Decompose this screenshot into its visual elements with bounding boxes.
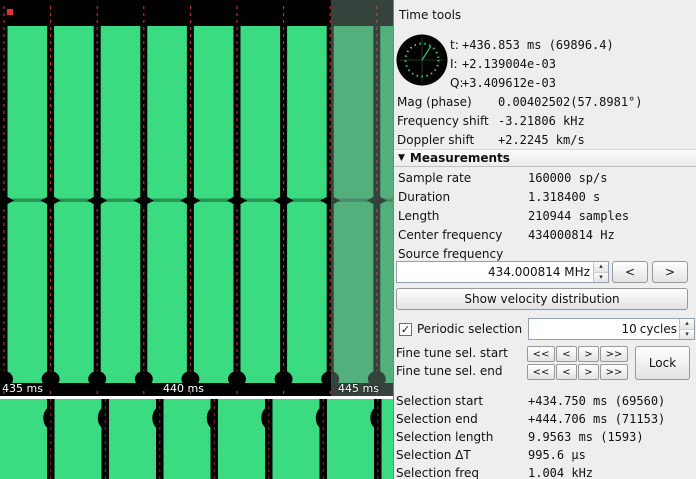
mag-phase-label: Mag (phase) <box>397 93 472 111</box>
show-velocity-distribution-button[interactable]: Show velocity distribution <box>396 288 688 310</box>
sel-end-forward-button[interactable]: > <box>578 364 599 380</box>
frequency-shift-value: -3.21806 kHz <box>498 112 585 130</box>
selection-length-value: 9.9563 ms (1593) <box>528 428 644 446</box>
frequency-step-up-button[interactable]: > <box>652 261 688 283</box>
selection-freq-label: Selection freq <box>396 464 479 479</box>
cycles-spinbox-value: 10 <box>529 322 640 336</box>
cursor-i-value: +2.139004e-03 <box>462 55 556 73</box>
waveform-pane: 435 ms 440 ms 445 ms <box>0 0 393 479</box>
selection-end-value: +444.706 ms (71153) <box>528 410 665 428</box>
sel-start-forward-button[interactable]: > <box>578 346 599 362</box>
cursor-time-label: t: <box>450 36 459 54</box>
time-tools-panel: Time tools t: +436.853 ms (69896.4) I: +… <box>393 0 696 479</box>
cycles-spinbox[interactable]: 10 cycles ▴ ▾ <box>528 318 695 340</box>
frequency-spinbox-arrows: ▴ ▾ <box>593 262 608 282</box>
duration-label: Duration <box>398 188 450 206</box>
sel-end-fast-back-button[interactable]: << <box>527 364 555 380</box>
measurements-section-header[interactable]: ▼ Measurements <box>394 149 696 167</box>
selection-deltat-label: Selection ΔT <box>396 446 471 464</box>
checkmark-icon: ✓ <box>401 324 410 335</box>
frequency-spinbox[interactable]: 434.000814 MHz ▴ ▾ <box>396 261 609 283</box>
iq-constellation-preview <box>396 34 448 86</box>
waveform-overview-plot[interactable] <box>0 399 393 479</box>
fine-tune-start-label: Fine tune sel. start <box>396 345 508 362</box>
selection-end-label: Selection end <box>396 410 478 428</box>
spinbox-up-arrow-icon[interactable]: ▴ <box>594 262 608 272</box>
lock-button[interactable]: Lock <box>635 346 690 380</box>
cursor-time-value: +436.853 ms (69896.4) <box>462 36 614 54</box>
panel-title: Time tools <box>399 6 461 24</box>
frequency-shift-label: Frequency shift <box>397 112 489 130</box>
sel-start-fast-back-button[interactable]: << <box>527 346 555 362</box>
measurements-title: Measurements <box>410 151 510 165</box>
spinbox-down-arrow-icon[interactable]: ▾ <box>680 329 694 340</box>
spinbox-up-arrow-icon[interactable]: ▴ <box>680 319 694 329</box>
fine-tune-end-label: Fine tune sel. end <box>396 363 502 380</box>
sel-start-fast-forward-button[interactable]: >> <box>600 346 628 362</box>
time-axis-label: 435 ms <box>2 382 43 395</box>
sample-rate-label: Sample rate <box>398 169 471 187</box>
selection-dim-overlay <box>331 0 393 396</box>
center-frequency-label: Center frequency <box>398 226 502 244</box>
periodic-selection-checkbox[interactable]: ✓ <box>399 323 412 336</box>
selection-start-value: +434.750 ms (69560) <box>528 392 665 410</box>
selection-start-label: Selection start <box>396 392 483 410</box>
cycles-spinbox-suffix: cycles <box>640 322 679 336</box>
frequency-step-down-button[interactable]: < <box>612 261 648 283</box>
doppler-shift-label: Doppler shift <box>397 131 474 149</box>
mag-phase-value: 0.00402502(57.8981°) <box>498 93 643 111</box>
center-frequency-value: 434000814 Hz <box>528 226 615 244</box>
collapse-arrow-icon: ▼ <box>398 153 405 163</box>
time-axis-label: 440 ms <box>163 382 204 395</box>
length-label: Length <box>398 207 439 225</box>
selection-length-label: Selection length <box>396 428 493 446</box>
cursor-marker <box>7 9 13 15</box>
signal-analyzer-window: 435 ms 440 ms 445 ms Time tools <box>0 0 696 479</box>
cycles-spinbox-arrows: ▴ ▾ <box>679 319 694 339</box>
sample-rate-value: 160000 sp/s <box>528 169 607 187</box>
doppler-shift-value: +2.2245 km/s <box>498 131 585 149</box>
duration-value: 1.318400 s <box>528 188 600 206</box>
selection-deltat-value: 995.6 µs <box>528 446 586 464</box>
sel-end-back-button[interactable]: < <box>556 364 577 380</box>
selection-freq-value: 1.004 kHz <box>528 464 593 479</box>
frequency-spinbox-value: 434.000814 MHz <box>397 265 593 279</box>
time-axis-label: 445 ms <box>338 382 379 395</box>
sel-end-fast-forward-button[interactable]: >> <box>600 364 628 380</box>
cursor-i-label: I: <box>450 55 458 73</box>
length-value: 210944 samples <box>528 207 629 225</box>
periodic-selection-label: Periodic selection <box>417 320 522 338</box>
cursor-q-value: +3.409612e-03 <box>462 74 556 92</box>
spinbox-down-arrow-icon[interactable]: ▾ <box>594 272 608 283</box>
time-domain-plot[interactable] <box>0 0 393 396</box>
sel-start-back-button[interactable]: < <box>556 346 577 362</box>
